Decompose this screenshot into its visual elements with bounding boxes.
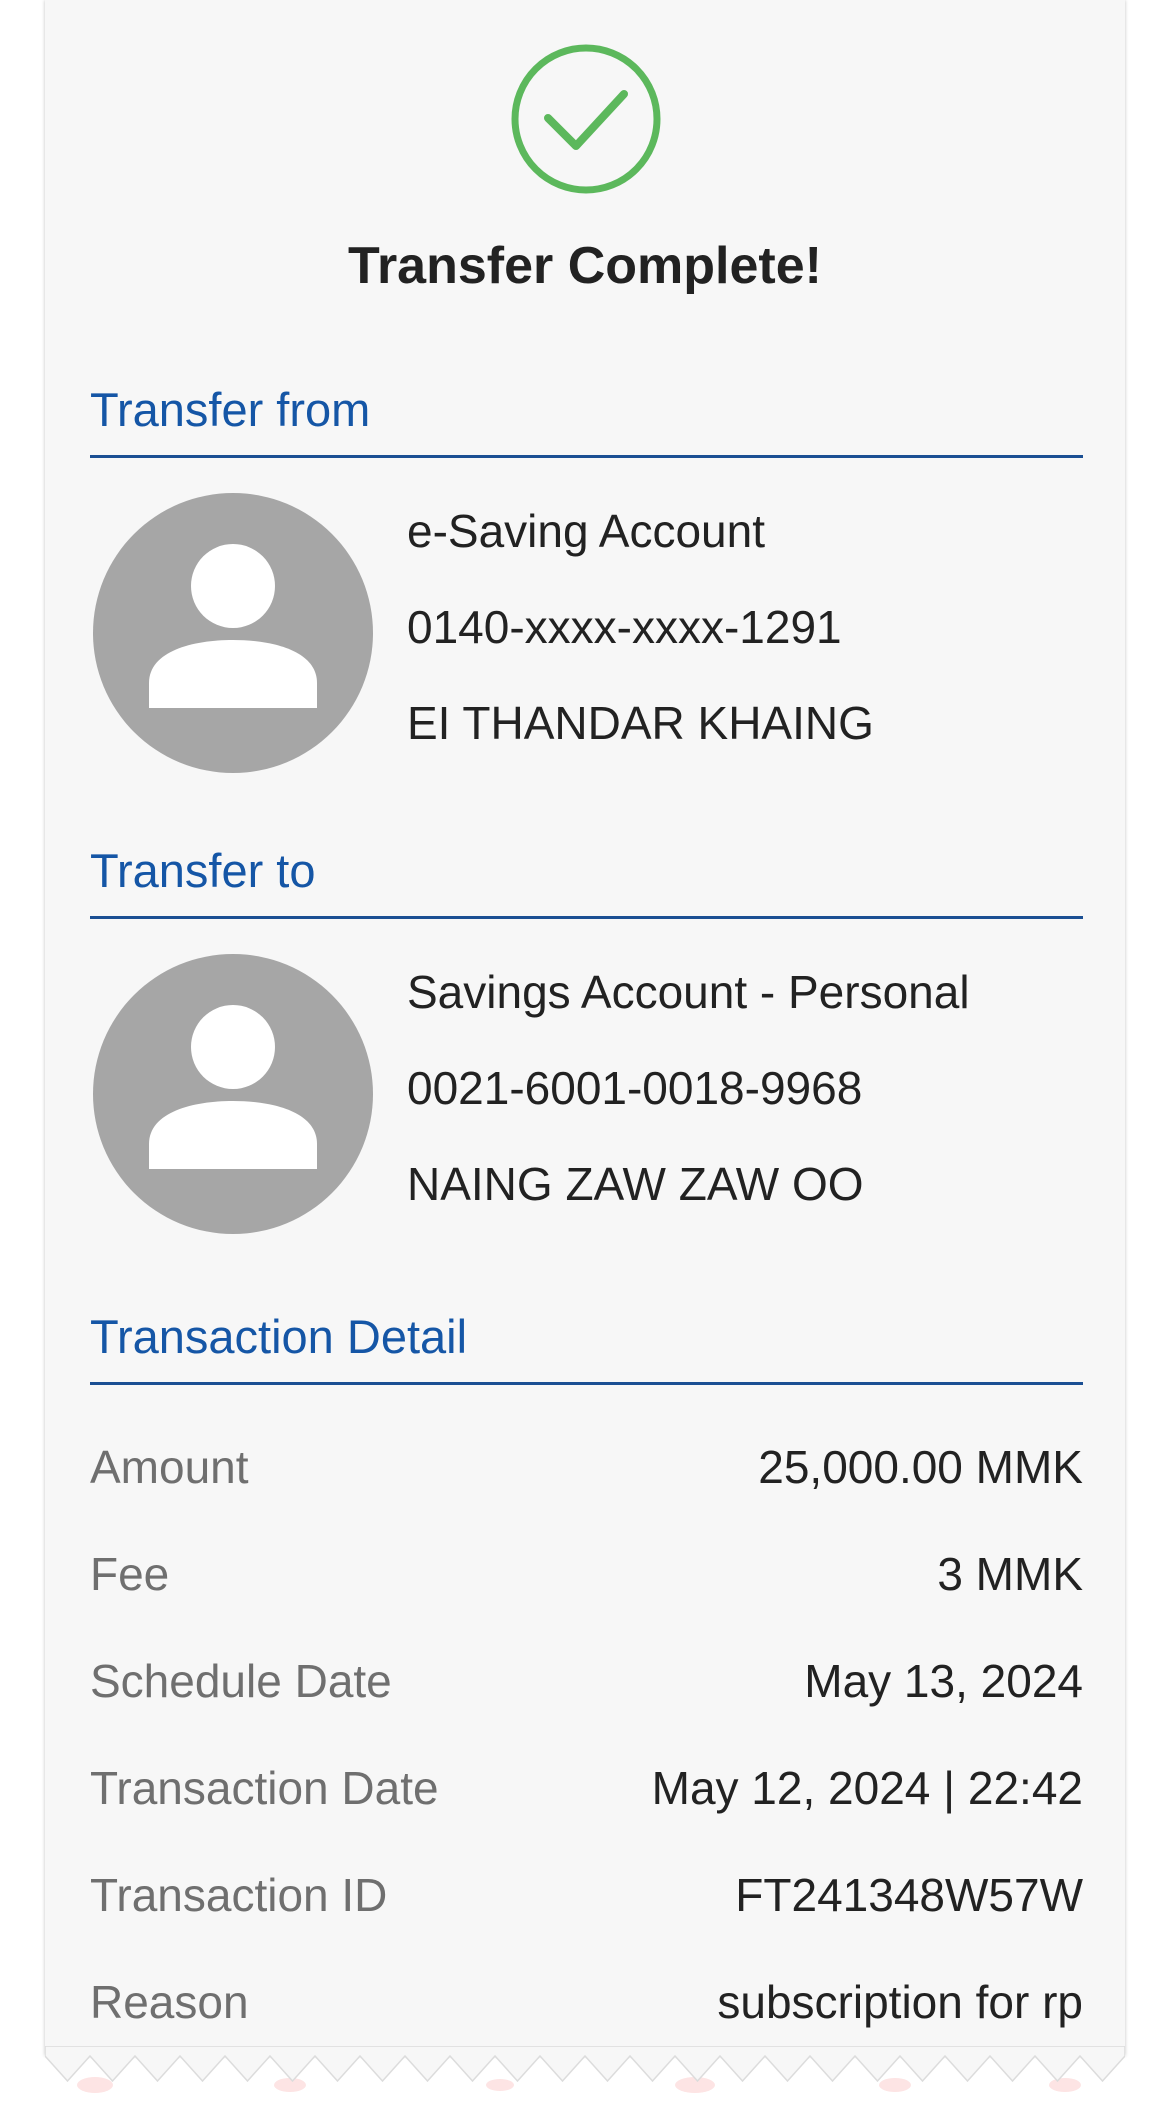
recipient-account-type: Savings Account - Personal xyxy=(407,966,970,1018)
detail-label-transaction-date: Transaction Date xyxy=(90,1762,439,1814)
torn-edge-zigzag xyxy=(45,2046,1125,2083)
detail-value-transaction-date: May 12, 2024 | 22:42 xyxy=(651,1762,1083,1814)
page-title: Transfer Complete! xyxy=(348,237,822,295)
recipient-avatar xyxy=(93,954,373,1234)
section-header-transfer-to: Transfer to xyxy=(90,843,1083,919)
detail-label-transaction-id: Transaction ID xyxy=(90,1869,388,1921)
detail-label-amount: Amount xyxy=(90,1441,249,1493)
detail-value-schedule-date: May 13, 2024 xyxy=(804,1655,1083,1707)
detail-value-reason: subscription for rp xyxy=(717,1976,1083,2028)
sender-account-number: 0140-xxxx-xxxx-1291 xyxy=(407,601,842,653)
success-check-circle-icon xyxy=(511,44,661,194)
recipient-account-number: 0021-6001-0018-9968 xyxy=(407,1062,863,1114)
detail-label-schedule-date: Schedule Date xyxy=(90,1655,392,1707)
detail-value-amount: 25,000.00 MMK xyxy=(758,1441,1083,1493)
detail-value-fee: 3 MMK xyxy=(937,1548,1083,1600)
sender-account-type: e-Saving Account xyxy=(407,505,766,557)
recipient-account-name: NAING ZAW ZAW OO xyxy=(407,1158,864,1210)
user-avatar-icon xyxy=(149,1005,317,1169)
sender-avatar xyxy=(93,493,373,773)
sender-account-name: EI THANDAR KHAING xyxy=(407,697,874,749)
section-header-transaction-detail: Transaction Detail xyxy=(90,1309,1083,1385)
detail-label-fee: Fee xyxy=(90,1548,170,1600)
section-header-transfer-from: Transfer from xyxy=(90,382,1083,458)
user-avatar-icon xyxy=(149,544,317,708)
detail-value-transaction-id: FT241348W57W xyxy=(735,1869,1083,1921)
detail-label-reason: Reason xyxy=(90,1976,249,2028)
